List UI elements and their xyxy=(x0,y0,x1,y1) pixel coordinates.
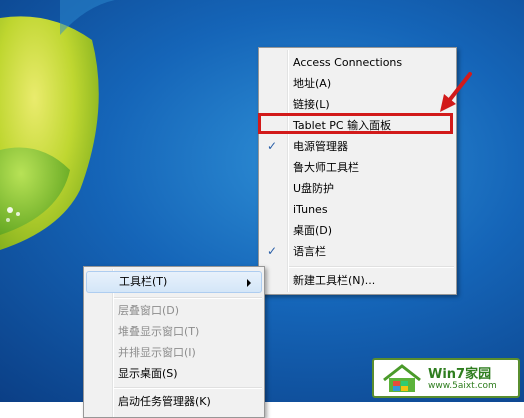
menu-item-cascade-windows[interactable]: 层叠窗口(D) xyxy=(86,300,262,322)
menu-item-label: 显示桌面(S) xyxy=(118,367,178,380)
submenu-item-new-toolbar[interactable]: 新建工具栏(N)... xyxy=(261,270,454,291)
menu-separator xyxy=(289,266,454,268)
menu-item-label: 层叠窗口(D) xyxy=(118,304,180,317)
submenu-item-usb-protection[interactable]: U盘防护 xyxy=(261,178,454,199)
submenu-item-address[interactable]: 地址(A) xyxy=(261,73,454,94)
submenu-item-desktop[interactable]: 桌面(D) xyxy=(261,220,454,241)
watermark-url: www.5aixt.com xyxy=(428,381,497,391)
submenu-item-label: Access Connections xyxy=(293,56,403,69)
submenu-item-label: 新建工具栏(N)... xyxy=(293,274,376,287)
menu-item-toolbars[interactable]: 工具栏(T) xyxy=(86,271,262,293)
menu-item-task-manager[interactable]: 启动任务管理器(K) xyxy=(86,391,262,413)
house-logo-icon xyxy=(383,364,421,392)
submenu-item-label: 电源管理器 xyxy=(293,140,348,153)
submenu-item-links[interactable]: 链接(L) xyxy=(261,94,454,115)
submenu-item-label: 鲁大师工具栏 xyxy=(293,161,359,174)
submenu-item-ludashi-toolbar[interactable]: 鲁大师工具栏 xyxy=(261,157,454,178)
menu-item-side-by-side-windows[interactable]: 并排显示窗口(I) xyxy=(86,342,262,364)
submenu-item-label: 地址(A) xyxy=(293,77,332,90)
red-pointer-arrow-icon xyxy=(440,72,472,112)
toolbars-submenu: Access Connections 地址(A) 链接(L) Tablet PC… xyxy=(258,47,457,295)
submenu-item-itunes[interactable]: iTunes xyxy=(261,199,454,220)
submenu-item-label: 语言栏 xyxy=(293,245,326,258)
menu-separator xyxy=(114,297,262,299)
submenu-arrow-icon xyxy=(247,279,251,287)
submenu-item-label: iTunes xyxy=(293,203,328,216)
submenu-item-label: U盘防护 xyxy=(293,182,335,195)
watermark-brand: Win7家园 xyxy=(428,367,492,382)
menu-item-label: 并排显示窗口(I) xyxy=(118,346,196,359)
menu-separator xyxy=(114,387,262,389)
taskbar-context-menu: 工具栏(T) 层叠窗口(D) 堆叠显示窗口(T) 并排显示窗口(I) 显示桌面(… xyxy=(83,266,265,418)
menu-item-label: 工具栏(T) xyxy=(119,275,168,288)
submenu-item-language-bar[interactable]: ✓ 语言栏 xyxy=(261,241,454,262)
submenu-item-label: 桌面(D) xyxy=(293,224,333,237)
menu-item-show-desktop[interactable]: 显示桌面(S) xyxy=(86,363,262,385)
menu-item-label: 堆叠显示窗口(T) xyxy=(118,325,200,338)
checkmark-icon: ✓ xyxy=(267,139,278,153)
menu-item-stack-windows[interactable]: 堆叠显示窗口(T) xyxy=(86,321,262,343)
checkmark-icon: ✓ xyxy=(267,244,278,258)
site-watermark: Win7家园 www.5aixt.com xyxy=(372,358,520,398)
submenu-item-label: 链接(L) xyxy=(293,98,330,111)
submenu-item-access-connections[interactable]: Access Connections xyxy=(261,52,454,73)
tablet-pc-highlight-box xyxy=(258,113,453,134)
submenu-item-power-manager[interactable]: ✓ 电源管理器 xyxy=(261,136,454,157)
